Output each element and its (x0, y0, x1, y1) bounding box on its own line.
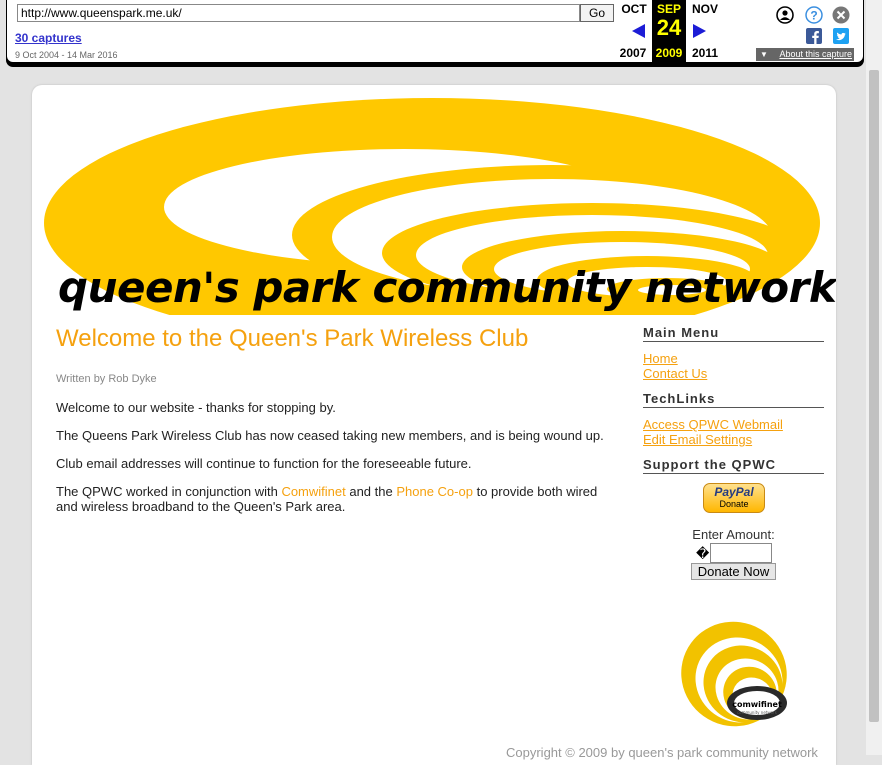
site-title: queen's park community network (58, 263, 836, 312)
prev-year-label[interactable]: 2007 (616, 46, 650, 60)
article-paragraph: Welcome to our website - thanks for stop… (56, 400, 336, 415)
techlink-email-settings[interactable]: Edit Email Settings (643, 432, 752, 447)
current-day-label: 24 (656, 15, 682, 40)
user-account-icon[interactable] (776, 6, 794, 24)
wayback-url-input[interactable] (17, 4, 580, 22)
svg-text:?: ? (810, 9, 817, 23)
current-year-label: 2009 (655, 46, 683, 60)
site-banner: queen's park community network (32, 85, 836, 320)
current-month-label: SEP (656, 2, 681, 16)
amount-label: Enter Amount: (692, 527, 775, 542)
support-heading: Support the QPWC (643, 457, 824, 474)
main-menu-heading: Main Menu (643, 325, 824, 342)
wayback-toolbar: Go 30 captures 9 Oct 2004 - 14 Mar 2016 … (6, 0, 864, 63)
next-year-label[interactable]: 2011 (688, 46, 722, 60)
paragraph-text: and the (345, 484, 397, 499)
donate-now-button[interactable]: Donate Now (691, 563, 776, 580)
article-paragraph: The QPWC worked in conjunction with Comw… (56, 484, 616, 514)
next-month-label[interactable]: NOV (688, 2, 722, 16)
menu-item-contact[interactable]: Contact Us (643, 366, 707, 381)
triangle-down-icon: ▼ (760, 50, 768, 59)
comwifinet-link[interactable]: Comwifinet (281, 484, 345, 499)
prev-month-label[interactable]: OCT (617, 2, 651, 16)
phone-coop-link[interactable]: Phone Co-op (396, 484, 473, 499)
current-capture-date: SEP 24 2009 (652, 0, 686, 62)
amount-input[interactable] (710, 543, 772, 563)
twitter-icon[interactable] (833, 28, 849, 44)
paragraph-text: The QPWC worked in conjunction with (56, 484, 282, 499)
paypal-donate-button[interactable]: PayPal Donate (703, 483, 765, 513)
logo-subtext: community network (737, 710, 778, 715)
copyright-footer: Copyright © 2009 by queen's park communi… (506, 745, 818, 760)
logo-text: comwifinet (732, 700, 782, 709)
close-icon[interactable] (832, 6, 850, 24)
site-page: queen's park community network Welcome t… (32, 85, 836, 765)
prev-capture-arrow-icon[interactable] (632, 24, 645, 38)
main-content: Welcome to the Queen's Park Wireless Clu… (56, 325, 616, 514)
article-title: Welcome to the Queen's Park Wireless Clu… (56, 325, 529, 352)
scrollbar-thumb[interactable] (869, 70, 879, 722)
article-paragraph: Club email addresses will continue to fu… (56, 456, 472, 471)
paypal-donate-label: Donate (719, 499, 749, 509)
article-byline: Written by Rob Dyke (56, 373, 157, 385)
about-capture-label: About this capture (779, 49, 852, 59)
about-capture-button[interactable]: ▼ About this capture (756, 48, 854, 61)
paypal-logo: PayPal (714, 485, 754, 499)
comwifinet-logo-icon: comwifinet community network (681, 621, 787, 727)
currency-symbol: � (696, 546, 710, 561)
article-paragraph: The Queens Park Wireless Club has now ce… (56, 428, 604, 443)
capture-range: 9 Oct 2004 - 14 Mar 2016 (15, 50, 118, 60)
captures-link[interactable]: 30 captures (15, 31, 82, 45)
techlinks-heading: TechLinks (643, 391, 824, 408)
help-icon[interactable]: ? (805, 6, 823, 24)
menu-item-home[interactable]: Home (643, 351, 678, 366)
next-capture-arrow-icon[interactable] (693, 24, 706, 38)
facebook-icon[interactable] (806, 28, 822, 44)
techlink-webmail[interactable]: Access QPWC Webmail (643, 417, 783, 432)
wayback-go-button[interactable]: Go (580, 4, 614, 22)
